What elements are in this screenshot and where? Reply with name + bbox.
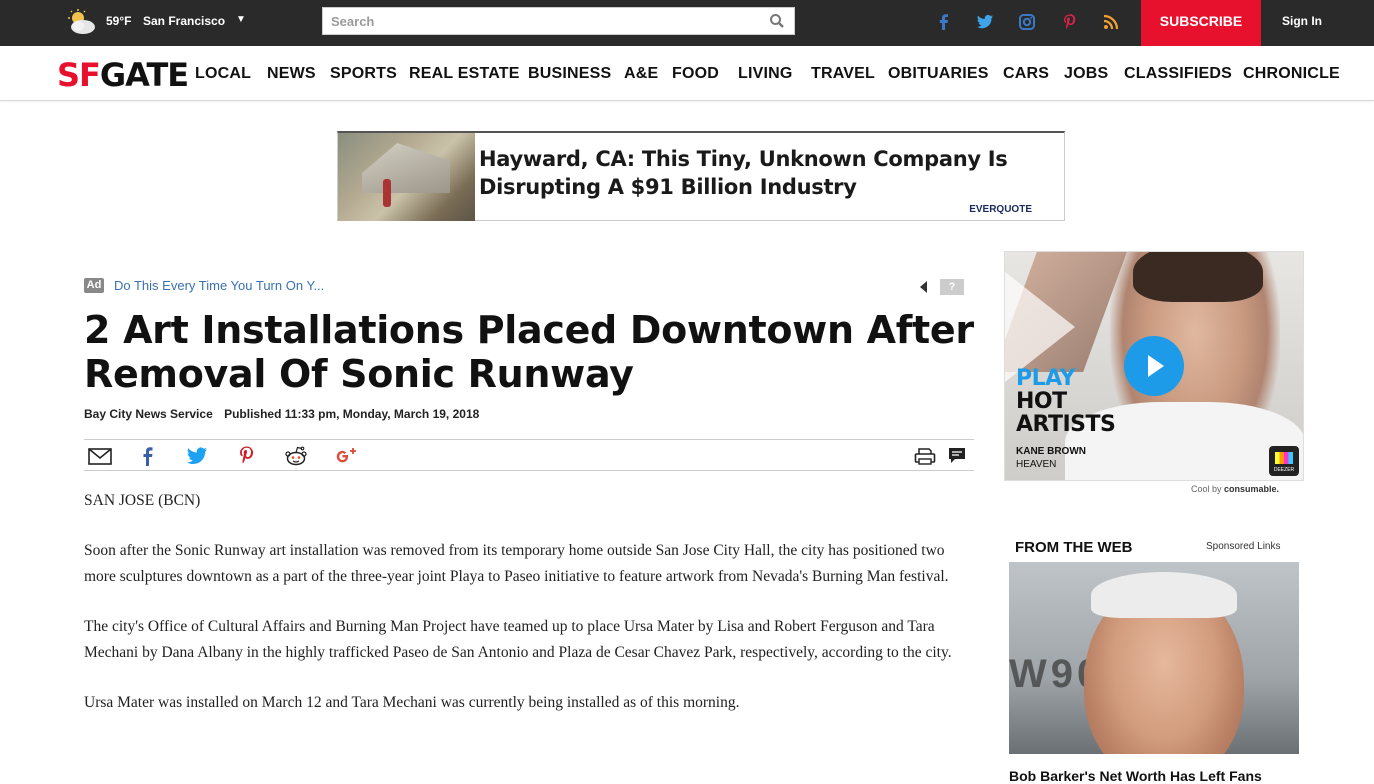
song-name: HEAVEN bbox=[1016, 459, 1057, 470]
play-hot-artists-text: PLAY HOT ARTISTS bbox=[1016, 366, 1116, 437]
print-icon[interactable] bbox=[913, 445, 937, 467]
nav-item-business[interactable]: BUSINESS bbox=[528, 65, 611, 83]
facebook-share-icon[interactable] bbox=[136, 445, 160, 467]
video-ad[interactable]: PLAY HOT ARTISTS KANE BROWN HEAVEN DEEZE… bbox=[1004, 251, 1304, 481]
main-nav: SFGATE LOCAL NEWS SPORTS REAL ESTATE BUS… bbox=[0, 46, 1374, 101]
temperature: 59°F bbox=[106, 14, 132, 28]
sponsored-links-label[interactable]: Sponsored Links bbox=[1206, 541, 1281, 552]
damaged-house-image bbox=[362, 143, 450, 193]
article-headline: 2 Art Installations Placed Downtown Afte… bbox=[84, 308, 974, 396]
article-paragraph: Soon after the Sonic Runway art installa… bbox=[84, 542, 949, 585]
nav-item-news[interactable]: NEWS bbox=[267, 65, 316, 83]
nav-item-cars[interactable]: CARS bbox=[1003, 65, 1049, 83]
sponsored-story-image[interactable]: W90LLYW bbox=[1009, 562, 1299, 754]
ad-badge: Ad bbox=[84, 278, 104, 293]
article-source: Bay City News Service bbox=[84, 407, 213, 421]
nav-item-jobs[interactable]: JOBS bbox=[1064, 65, 1108, 83]
nav-item-obituaries[interactable]: OBITUARIES bbox=[888, 65, 989, 83]
ad-photo bbox=[338, 133, 475, 221]
nav-item-ae[interactable]: A&E bbox=[624, 65, 658, 83]
ad-previous-arrow-icon[interactable] bbox=[920, 281, 927, 293]
ad-brand-logo: EVERQUOTE bbox=[969, 204, 1032, 215]
comments-icon[interactable] bbox=[946, 445, 970, 467]
subscribe-button[interactable]: SUBSCRIBE bbox=[1141, 0, 1261, 46]
nav-item-food[interactable]: FOOD bbox=[672, 65, 719, 83]
article-paragraph: The city's Office of Cultural Affairs an… bbox=[84, 618, 952, 661]
artist-name: KANE BROWN bbox=[1016, 446, 1086, 457]
deezer-logo-icon[interactable]: DEEZER bbox=[1269, 446, 1299, 476]
rss-icon[interactable] bbox=[1101, 12, 1121, 32]
ad-headline[interactable]: Hayward, CA: This Tiny, Unknown Company … bbox=[479, 145, 1039, 201]
play-button-icon[interactable] bbox=[1124, 336, 1184, 396]
caret-down-icon[interactable]: ▼ bbox=[236, 14, 246, 25]
sfgate-logo[interactable]: SFGATE bbox=[57, 56, 189, 94]
ad-link[interactable]: Do This Every Time You Turn On Y... bbox=[114, 278, 324, 293]
banner-ad[interactable]: Hayward, CA: This Tiny, Unknown Company … bbox=[337, 131, 1065, 221]
search-input[interactable] bbox=[323, 8, 763, 34]
nav-item-classifieds[interactable]: CLASSIFIEDS bbox=[1124, 65, 1232, 83]
pinterest-icon[interactable] bbox=[1060, 12, 1080, 32]
person-hair-image bbox=[1091, 572, 1237, 618]
reddit-share-icon[interactable] bbox=[284, 445, 308, 467]
artist-hair-image bbox=[1133, 252, 1263, 302]
twitter-icon[interactable] bbox=[975, 12, 995, 32]
share-bar bbox=[84, 439, 974, 471]
sign-in-link[interactable]: Sign In bbox=[1282, 14, 1322, 28]
nav-item-travel[interactable]: TRAVEL bbox=[811, 65, 875, 83]
article-paragraph: SAN JOSE (BCN) bbox=[84, 492, 201, 509]
byline: Bay City News Service Published 11:33 pm… bbox=[84, 407, 479, 421]
twitter-share-icon[interactable] bbox=[185, 445, 209, 467]
from-the-web-heading: FROM THE WEB bbox=[1015, 539, 1133, 556]
sponsored-story-headline[interactable]: Bob Barker's Net Worth Has Left Fans bbox=[1009, 768, 1262, 784]
person-figure bbox=[383, 179, 391, 207]
article-body: SAN JOSE (BCN) Soon after the Sonic Runw… bbox=[84, 488, 964, 740]
partly-cloudy-icon bbox=[68, 9, 95, 34]
email-icon[interactable] bbox=[88, 445, 112, 467]
pinterest-share-icon[interactable] bbox=[235, 445, 259, 467]
nav-item-living[interactable]: LIVING bbox=[738, 65, 793, 83]
publish-date: Published 11:33 pm, Monday, March 19, 20… bbox=[224, 407, 480, 421]
city-selector[interactable]: San Francisco bbox=[143, 14, 225, 28]
google-plus-share-icon[interactable] bbox=[334, 445, 358, 467]
article-paragraph: Ursa Mater was installed on March 12 and… bbox=[84, 694, 740, 711]
search-icon[interactable] bbox=[769, 13, 785, 29]
instagram-icon[interactable] bbox=[1017, 12, 1037, 32]
consumable-credit[interactable]: Cool by consumable. bbox=[1191, 484, 1279, 494]
search-box bbox=[322, 7, 795, 35]
top-bar: 59°F San Francisco ▼ SUBSCRIBE Sign In bbox=[0, 0, 1374, 46]
nav-item-local[interactable]: LOCAL bbox=[195, 65, 251, 83]
nav-item-real-estate[interactable]: REAL ESTATE bbox=[409, 65, 520, 83]
nav-item-chronicle[interactable]: CHRONICLE bbox=[1243, 65, 1340, 83]
ad-help-button[interactable]: ? bbox=[940, 279, 964, 295]
nav-item-sports[interactable]: SPORTS bbox=[330, 65, 397, 83]
facebook-icon[interactable] bbox=[934, 12, 954, 32]
